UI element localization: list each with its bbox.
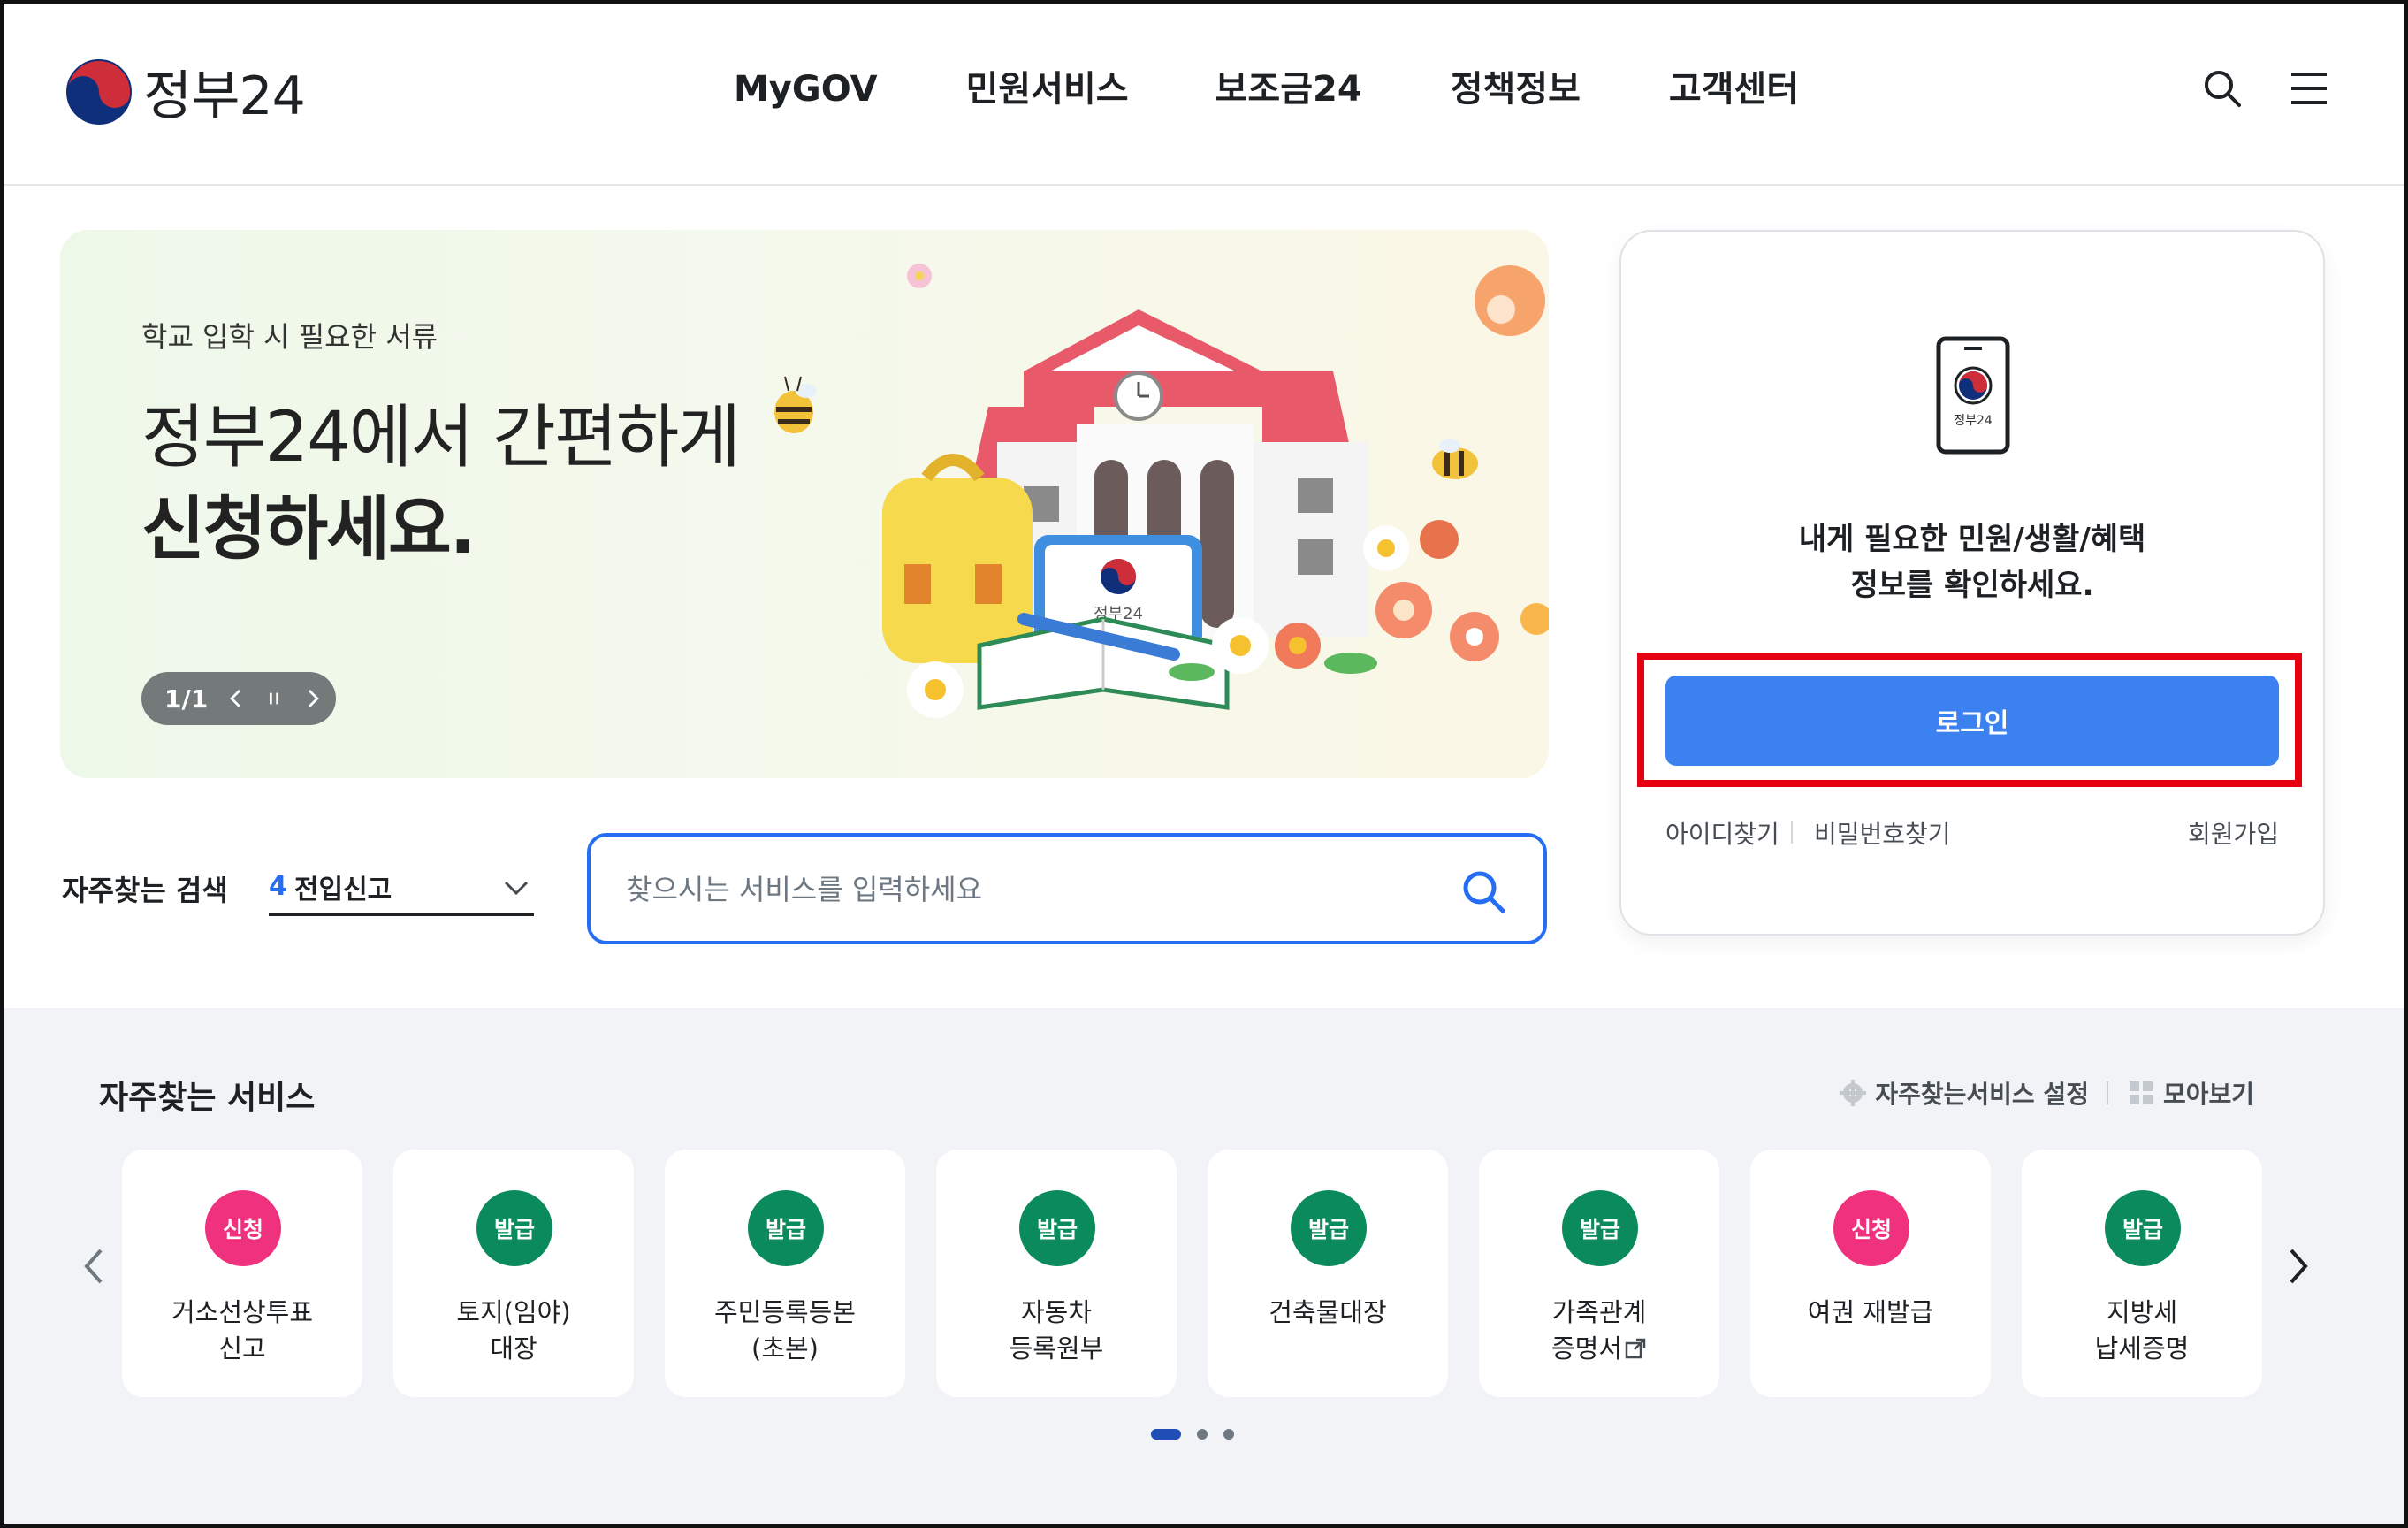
search-submit-icon[interactable] [1459, 867, 1508, 916]
service-card-label: 주민등록등본 (초본) [665, 1295, 905, 1367]
service-label-line1: 자동차 [1020, 1297, 1093, 1327]
services-settings-label: 자주찾는서비스 설정 [1875, 1080, 2089, 1109]
taegeuk-logo-icon [66, 58, 132, 125]
favorite-search-dropdown[interactable]: 4 전입신고 [269, 860, 534, 916]
logo-text: 정부24 [143, 65, 306, 127]
banner-title-line2: 신청하세요. [141, 490, 476, 569]
find-id-link[interactable]: 아이디찾기 [1665, 815, 1779, 851]
chevron-right-icon[interactable] [298, 683, 327, 714]
nav-policy-info[interactable]: 정책정보 [1451, 62, 1581, 117]
pagination-dot-active[interactable] [1151, 1429, 1181, 1440]
services-tools: 자주찾는서비스 설정 모아보기 [1838, 1075, 2254, 1111]
main-nav: MyGOV 민원서비스 보조금24 정책정보 고객센터 [734, 62, 1887, 117]
nav-mygov[interactable]: MyGOV [734, 62, 878, 117]
favorite-search-rank: 4 [269, 871, 287, 902]
view-all-label: 모아보기 [2162, 1080, 2254, 1109]
external-link-icon [1625, 1338, 1646, 1359]
site-logo[interactable]: 정부24 [65, 53, 306, 130]
nav-civil-services[interactable]: 민원서비스 [966, 62, 1129, 117]
tools-divider [2106, 1081, 2108, 1104]
site-header: 정부24 MyGOV 민원서비스 보조금24 정책정보 고객센터 [4, 4, 2404, 186]
frequent-services-section: 자주찾는 서비스 자주찾는서비스 설정 모아보기 신청 거소선상투표 신고 발급… [4, 1008, 2404, 1524]
service-card-label: 건축물대장 [1208, 1295, 1448, 1331]
services-settings-button[interactable]: 자주찾는서비스 설정 [1838, 1075, 2089, 1111]
login-message-line2: 정보를 확인하세요. [1850, 568, 2094, 603]
view-all-button[interactable]: 모아보기 [2126, 1075, 2254, 1111]
service-card-label: 지방세 납세증명 [2022, 1295, 2262, 1367]
login-links: 아이디찾기 비밀번호찾기 회원가입 [1665, 815, 2279, 851]
service-card-label: 여권 재발급 [1750, 1295, 1991, 1331]
service-label-line1: 거소선상투표 [171, 1297, 314, 1327]
nav-subsidy24[interactable]: 보조금24 [1215, 62, 1362, 117]
service-label-line2: 등록원부 [1009, 1333, 1104, 1364]
hero-banner[interactable]: 학교 입학 시 필요한 서류 정부24에서 간편하게 신청하세요. 1/1 정부… [60, 230, 1549, 778]
issue-badge: 발급 [2105, 1190, 2181, 1266]
search-icon[interactable] [2201, 67, 2244, 110]
search-box [587, 833, 1547, 944]
service-card-land-register[interactable]: 발급 토지(임야) 대장 [393, 1150, 634, 1397]
banner-title-line1: 정부24에서 간편하게 [141, 398, 741, 478]
slide-counter: 1/1 [164, 684, 209, 714]
service-label-line2: 대장 [490, 1333, 537, 1364]
chevron-down-icon [504, 881, 529, 896]
issue-badge: 발급 [1562, 1190, 1638, 1266]
issue-badge: 발급 [476, 1190, 552, 1266]
frequent-services-title: 자주찾는 서비스 [99, 1080, 316, 1116]
service-card-vehicle-register[interactable]: 발급 자동차 등록원부 [936, 1150, 1177, 1397]
apply-badge: 신청 [205, 1190, 281, 1266]
service-card-label: 가족관계 증명서 [1479, 1295, 1719, 1367]
issue-badge: 발급 [1019, 1190, 1095, 1266]
login-message-line1: 내게 필요한 민원/생활/혜택 [1798, 522, 2146, 557]
service-card-label: 자동차 등록원부 [936, 1295, 1177, 1367]
service-card-passport-reissue[interactable]: 신청 여권 재발급 [1750, 1150, 1991, 1397]
login-highlight-box [1637, 653, 2302, 787]
bee-icon [774, 376, 817, 433]
favorite-search-label: 자주찾는 검색 [62, 874, 228, 907]
chevron-left-icon[interactable] [222, 683, 251, 714]
search-input[interactable] [626, 867, 1421, 913]
service-card-local-tax-certificate[interactable]: 발급 지방세 납세증명 [2022, 1150, 2262, 1397]
grid-icon [2129, 1081, 2153, 1104]
service-label-line2: 납세증명 [2094, 1333, 2190, 1364]
service-label-line1: 지방세 [2106, 1297, 2178, 1327]
issue-badge: 발급 [1291, 1190, 1367, 1266]
service-label-line2: 신고 [218, 1333, 266, 1364]
service-card-label: 거소선상투표 신고 [122, 1295, 362, 1367]
carousel-pagination [1151, 1429, 1234, 1440]
pagination-dot[interactable] [1223, 1429, 1234, 1440]
service-label-line2: 증명서 [1551, 1333, 1623, 1364]
mobile-phone-icon: 정부24 [1936, 336, 2010, 455]
chevron-right-icon[interactable] [2274, 1242, 2323, 1291]
service-card-label: 토지(임야) 대장 [393, 1295, 634, 1367]
service-cards: 신청 거소선상투표 신고 발급 토지(임야) 대장 발급 주민등록등본 (초본)… [122, 1150, 2262, 1397]
issue-badge: 발급 [748, 1190, 824, 1266]
apply-badge: 신청 [1833, 1190, 1909, 1266]
slider-controls: 1/1 [141, 672, 336, 725]
service-card-resident-registration[interactable]: 발급 주민등록등본 (초본) [665, 1150, 905, 1397]
gear-icon [1840, 1080, 1867, 1106]
sign-up-link[interactable]: 회원가입 [2188, 815, 2279, 851]
phone-label: 정부24 [1954, 414, 1993, 428]
find-password-link[interactable]: 비밀번호찾기 [1814, 815, 1951, 851]
school-illustration: 정부24 [882, 264, 1549, 718]
service-card-absentee-voting[interactable]: 신청 거소선상투표 신고 [122, 1150, 362, 1397]
service-label-line1: 토지(임야) [456, 1297, 571, 1327]
service-label-line2-wrap: 증명서 [1479, 1331, 1719, 1367]
link-divider [1791, 821, 1793, 844]
service-label-line1: 가족관계 [1551, 1297, 1647, 1327]
banner-subtitle: 학교 입학 시 필요한 서류 [141, 320, 438, 354]
pause-icon[interactable] [260, 683, 289, 714]
service-label-line1: 건축물대장 [1269, 1297, 1387, 1327]
service-label-line2: (초본) [751, 1333, 819, 1364]
chevron-left-icon[interactable] [69, 1242, 118, 1291]
favorite-search-value: 전입신고 [293, 874, 392, 905]
hamburger-menu-icon[interactable] [2288, 67, 2330, 110]
service-card-building-register[interactable]: 발급 건축물대장 [1208, 1150, 1448, 1397]
pagination-dot[interactable] [1197, 1429, 1208, 1440]
service-card-family-certificate[interactable]: 발급 가족관계 증명서 [1479, 1150, 1719, 1397]
service-label-line1: 주민등록등본 [713, 1297, 857, 1327]
service-label-line1: 여권 재발급 [1807, 1297, 1934, 1327]
nav-customer-center[interactable]: 고객센터 [1669, 62, 1799, 117]
